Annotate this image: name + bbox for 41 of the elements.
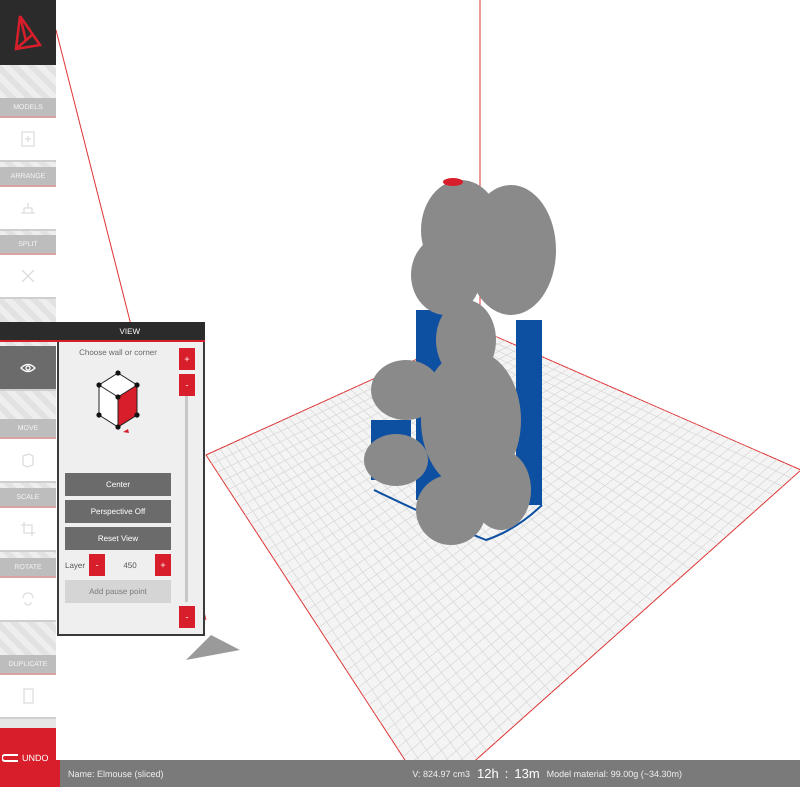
slider-thumb[interactable]: - <box>179 374 195 396</box>
cross-icon <box>19 267 37 285</box>
panel-header: VIEW <box>0 322 205 342</box>
tool-button[interactable] <box>0 255 56 299</box>
view-button[interactable]: Perspective Off <box>65 500 171 523</box>
model-name: Name: Elmouse (sliced) <box>68 768 165 778</box>
panel-prompt: Choose wall or corner <box>78 348 158 357</box>
triangle-marker-icon <box>186 635 240 660</box>
model-volume: V: 824.97 cm3 <box>412 768 470 778</box>
tool-button[interactable] <box>0 578 56 622</box>
time-separator: : <box>504 766 508 781</box>
undo-icon <box>2 752 18 762</box>
tool-button[interactable] <box>0 187 56 231</box>
layer-label: Layer <box>65 560 86 570</box>
tool-button[interactable] <box>0 508 56 552</box>
pattern-background <box>0 65 56 98</box>
tool-button[interactable] <box>0 675 56 719</box>
pattern-background <box>0 552 56 558</box>
undo-button[interactable]: UNDO <box>0 728 56 787</box>
pattern-background <box>0 391 56 419</box>
layer-decrement-button[interactable]: - <box>89 554 106 576</box>
pattern-background <box>0 622 56 655</box>
pattern-background <box>0 162 56 167</box>
logo-icon <box>12 12 44 52</box>
tool-button[interactable] <box>0 346 56 391</box>
plus-square-icon <box>19 130 37 148</box>
layer-increment-button[interactable]: + <box>155 554 171 576</box>
tool-button[interactable] <box>0 439 56 483</box>
model-material: Model material: 99.00g (~34.30m) <box>546 768 682 778</box>
slider-up-button[interactable]: + <box>179 348 195 370</box>
view-button[interactable]: Reset View <box>65 527 171 550</box>
crop-icon <box>19 520 37 538</box>
print-time-minutes: 13m <box>514 766 540 781</box>
slider-down-button[interactable]: - <box>179 606 195 628</box>
layer-value[interactable]: 450 <box>109 560 151 570</box>
tool-button[interactable] <box>0 118 56 162</box>
pattern-background <box>0 483 56 488</box>
logo[interactable] <box>0 0 56 65</box>
view-button[interactable]: Center <box>65 473 171 496</box>
layer-slider-track[interactable]: - <box>179 374 195 602</box>
print-time-hours: 12h <box>477 766 499 781</box>
